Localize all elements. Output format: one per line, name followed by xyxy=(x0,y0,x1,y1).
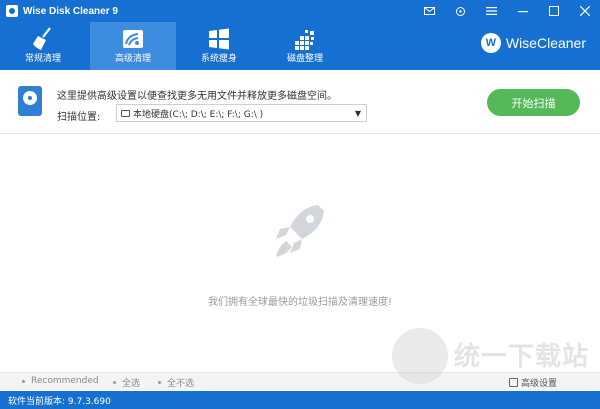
tab-label: 高级清理 xyxy=(114,54,151,64)
broom-icon xyxy=(30,25,56,53)
defrag-icon xyxy=(293,25,317,53)
settings-icon xyxy=(509,378,518,387)
chevron-down-icon: ▼ xyxy=(354,109,361,118)
scan-location-select[interactable]: 本地硬盘(C:\; D:\; E:\; F:\; G:\ ) ▼ xyxy=(116,104,367,122)
select-all-link[interactable]: 全选 xyxy=(113,376,140,389)
main-nav: 常规清理 高级清理 系统瘦身 磁盘整理 W WiseCleaner xyxy=(0,22,600,70)
window-controls xyxy=(414,0,600,22)
recommended-link[interactable]: Recommended xyxy=(22,376,99,386)
brand-name: WiseCleaner xyxy=(505,35,586,51)
select-none-label: 全不选 xyxy=(167,379,195,389)
tab-advanced-clean[interactable]: 高级清理 xyxy=(90,22,176,70)
window-title: Wise Disk Cleaner 9 xyxy=(23,5,118,17)
empty-state-message: 我们拥有全球最快的垃圾扫描及清理速度! xyxy=(207,297,392,308)
close-icon[interactable] xyxy=(569,0,600,22)
scan-location-value: 本地硬盘(C:\; D:\; E:\; F:\; G:\ ) xyxy=(133,109,264,120)
title-bar: Wise Disk Cleaner 9 xyxy=(0,0,600,22)
tab-label: 常规清理 xyxy=(24,54,61,64)
tab-disk-defrag[interactable]: 磁盘整理 xyxy=(262,22,348,70)
info-text: 这里提供高级设置以便查找更多无用文件并释放更多磁盘空间。 xyxy=(57,91,337,102)
bullet-icon xyxy=(22,379,25,383)
select-none-link[interactable]: 全不选 xyxy=(158,376,194,389)
tab-common-clean[interactable]: 常规清理 xyxy=(0,22,86,70)
app-logo-icon xyxy=(6,5,18,17)
tab-label: 磁盘整理 xyxy=(286,54,323,64)
start-scan-button[interactable]: 开始扫描 xyxy=(487,89,580,116)
skin-icon[interactable] xyxy=(445,0,476,22)
results-area: 我们拥有全球最快的垃圾扫描及清理速度! xyxy=(0,135,600,372)
menu-icon[interactable] xyxy=(476,0,507,22)
advanced-settings-button[interactable]: 高级设置 xyxy=(509,376,557,389)
wisecleaner-logo: W xyxy=(480,33,501,53)
windows-icon xyxy=(208,25,230,53)
tab-label: 系统瘦身 xyxy=(200,54,237,64)
advanced-clean-icon xyxy=(120,25,146,53)
rocket-icon xyxy=(270,199,330,263)
version-text: 软件当前版本: 9.7.3.690 xyxy=(8,396,111,407)
footer-options: Recommended 全选 全不选 高级设置 xyxy=(0,372,600,390)
tab-system-slim[interactable]: 系统瘦身 xyxy=(176,22,262,70)
maximize-icon[interactable] xyxy=(538,0,569,22)
brand: W WiseCleaner xyxy=(480,33,586,53)
drive-icon xyxy=(121,109,130,117)
mail-icon[interactable] xyxy=(414,0,445,22)
minimize-icon[interactable] xyxy=(507,0,538,22)
advanced-settings-label: 高级设置 xyxy=(521,379,558,389)
select-all-label: 全选 xyxy=(122,379,141,389)
bullet-icon xyxy=(113,381,116,384)
bullet-icon xyxy=(158,381,161,384)
scan-location-label: 扫描位置: xyxy=(57,112,101,123)
recommended-label: Recommended xyxy=(31,376,99,386)
disk-icon xyxy=(18,86,42,116)
status-bar: 软件当前版本: 9.7.3.690 xyxy=(0,391,600,409)
